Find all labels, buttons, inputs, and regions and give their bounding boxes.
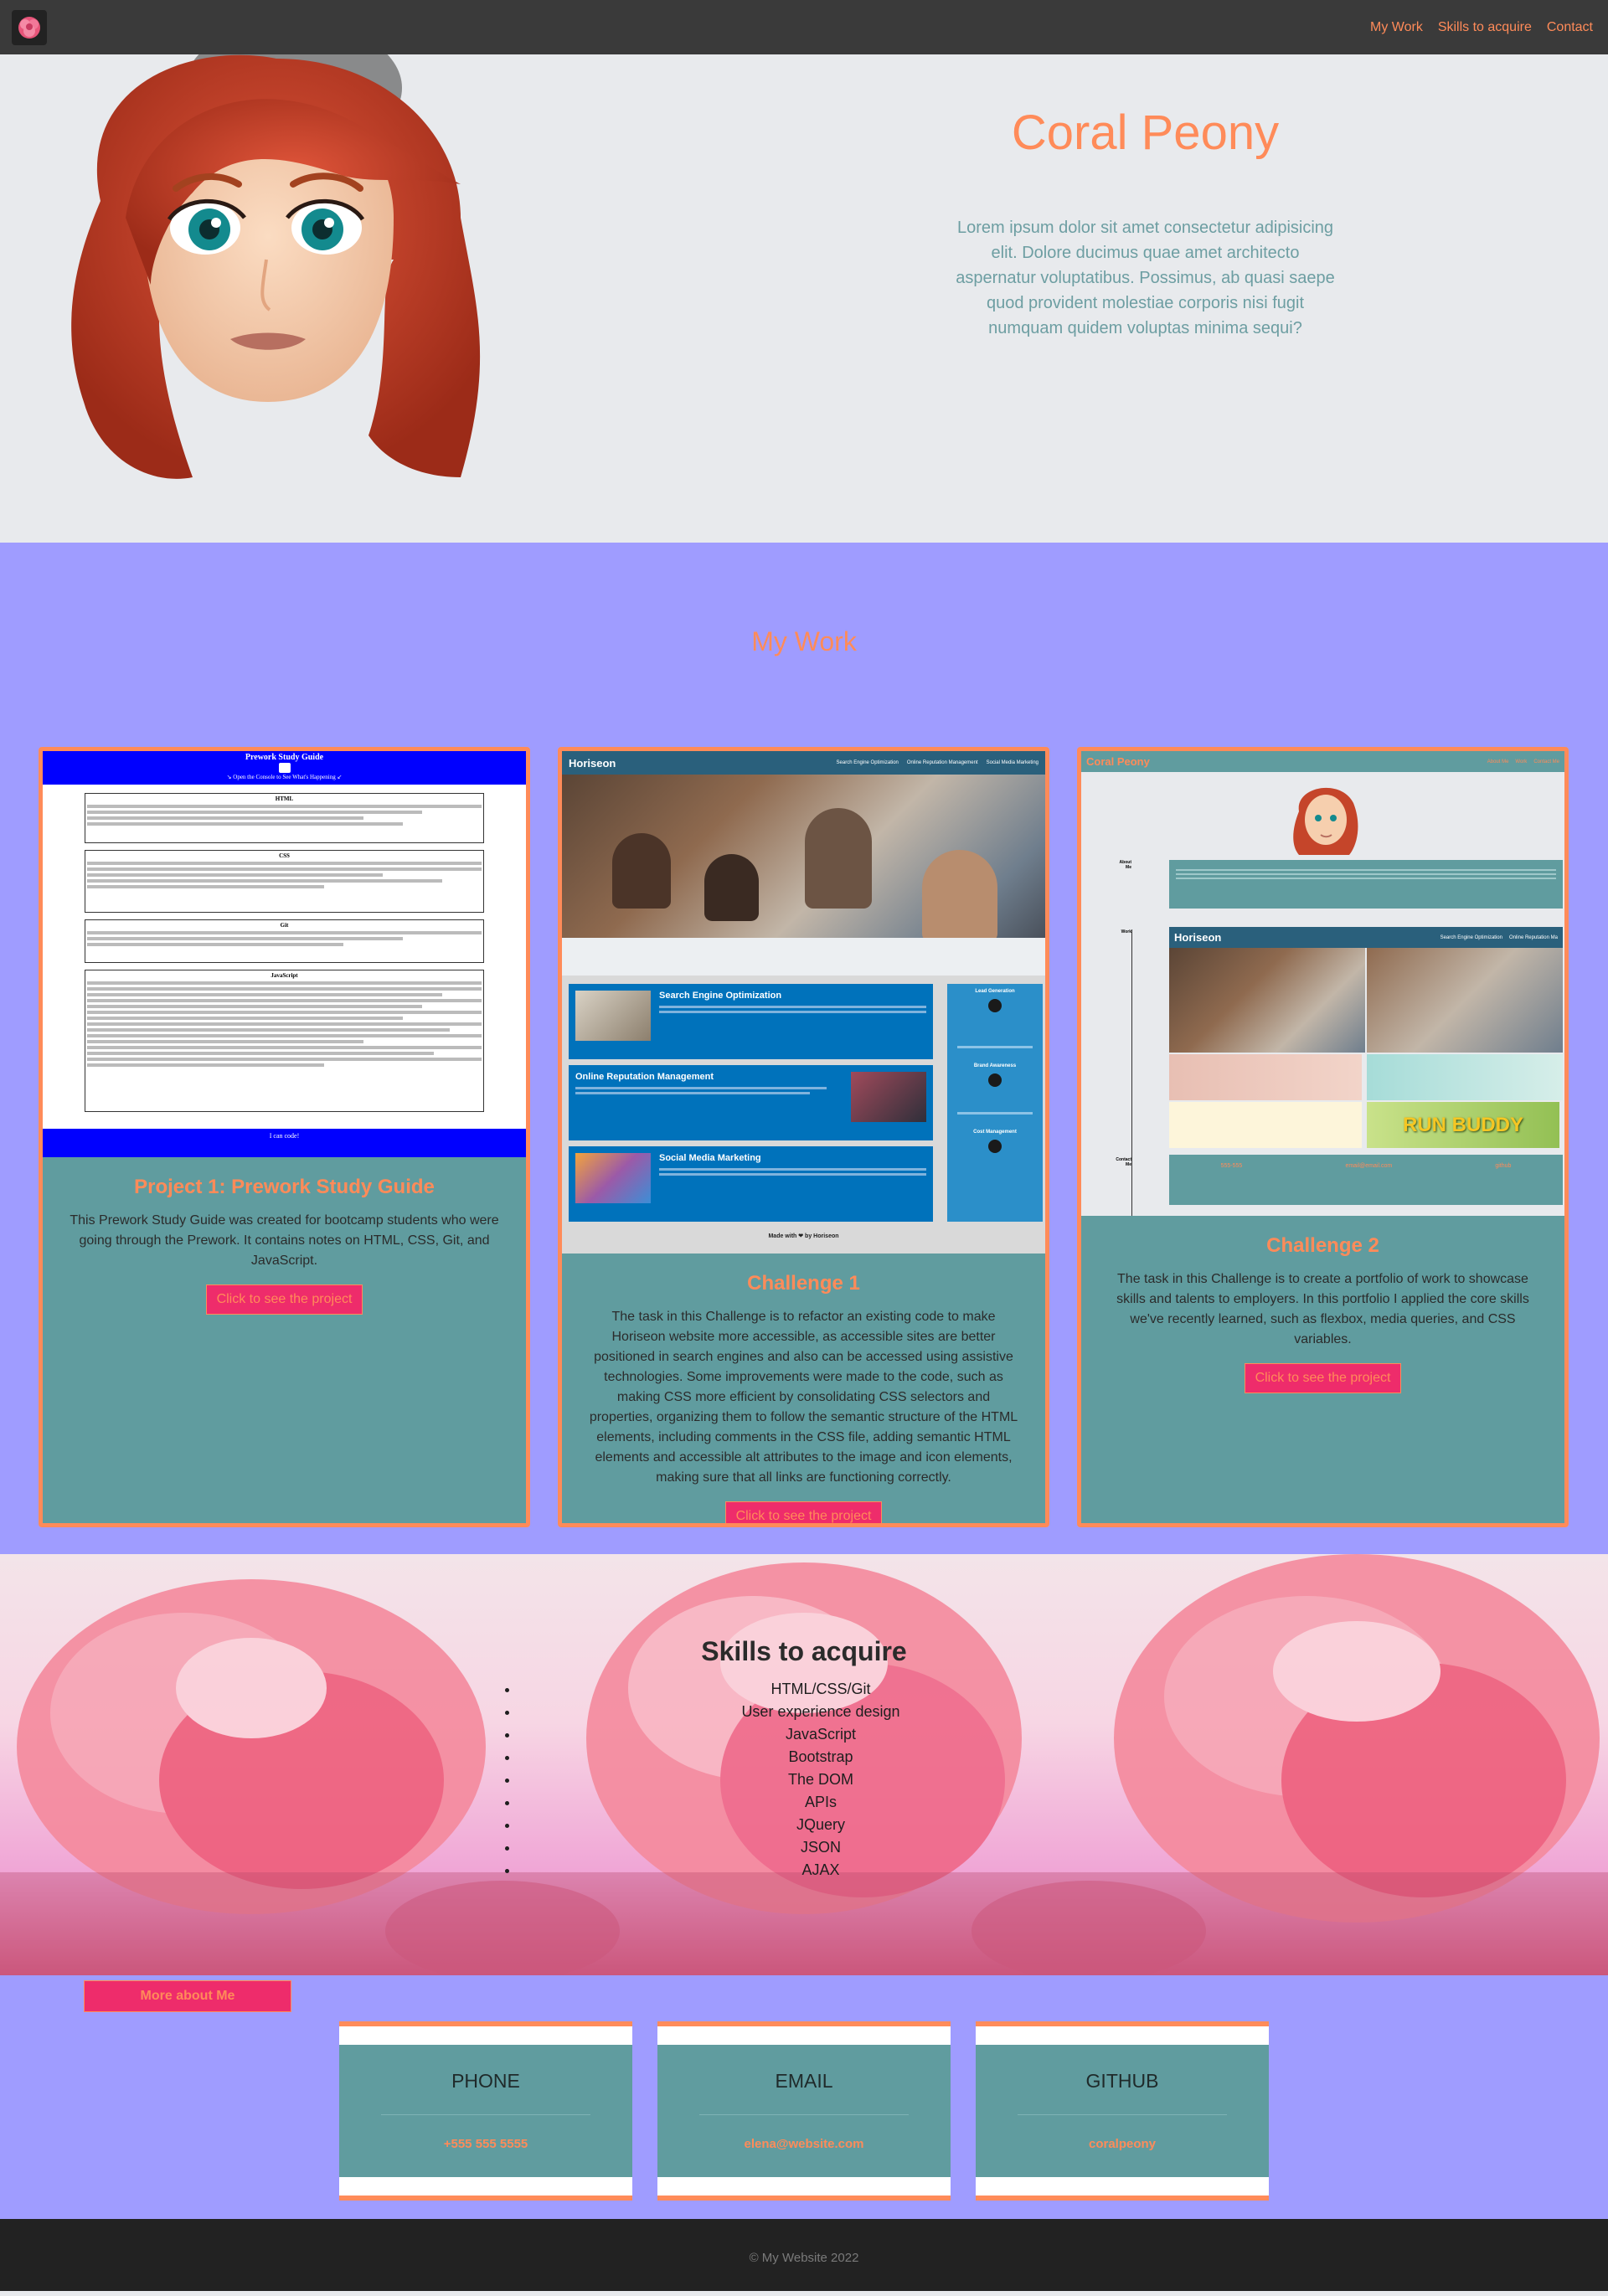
shot-side-title: Brand Awareness	[973, 1063, 1017, 1068]
shot-block-title: Social Media Marketing	[659, 1153, 761, 1163]
divider	[1018, 2114, 1227, 2115]
email-link[interactable]: elena@website.com	[657, 2137, 951, 2151]
skills-list: HTML/CSS/Git User experience design Java…	[519, 1678, 1122, 1882]
shot-nav-item: Work	[1515, 759, 1528, 764]
shot-footer: I can code!	[43, 1129, 526, 1157]
hero-text: Lorem ipsum dolor sit amet consectetur a…	[956, 219, 1335, 337]
top-nav: My Work Skills to acquire Contact	[0, 0, 1608, 54]
shot-brand: Coral Peony	[1086, 755, 1150, 768]
shot-nav-item: About Me	[1487, 759, 1509, 764]
shot-nav-item: Online Reputation Management	[906, 760, 978, 765]
project-1-title: Project 1: Prework Study Guide	[134, 1176, 435, 1198]
skill-item: JQuery	[519, 1814, 1122, 1836]
shot-inner-brand: Horiseon	[1174, 931, 1222, 944]
avatar-illustration	[25, 8, 494, 544]
challenge-1-button[interactable]: Click to see the project	[724, 1501, 883, 1523]
phone-link[interactable]: +555 555 5555	[339, 2137, 632, 2151]
shot-side-title: Lead Generation	[975, 989, 1015, 994]
mini-avatar	[1282, 778, 1366, 857]
shot-side-label: About Me	[1119, 860, 1131, 870]
my-work-title: My Work	[751, 626, 857, 656]
seo-image	[575, 991, 651, 1041]
shot-header: Prework Study Guide	[245, 753, 324, 762]
skill-item: JavaScript	[519, 1723, 1122, 1746]
peony-flower-icon[interactable]	[12, 9, 47, 45]
contact-label: PHONE	[451, 2070, 520, 2092]
project-1-screenshot: Prework Study Guide ↘ Open the Console t…	[43, 751, 526, 1157]
skill-item: JSON	[519, 1836, 1122, 1859]
project-1-description: This Prework Study Guide was created for…	[70, 1213, 499, 1268]
shot-contact-item: 555-555	[1220, 1163, 1243, 1169]
footer: © My Website 2022	[0, 2219, 1608, 2296]
shot-section-css: CSS	[279, 852, 290, 859]
nav-link-contact[interactable]: Contact	[1547, 20, 1593, 35]
work-tile-photo	[1169, 948, 1365, 1053]
contact-label: GITHUB	[1085, 2070, 1159, 2092]
image-icon	[278, 763, 291, 773]
shot-brand: Horiseon	[569, 756, 616, 770]
shot-section-js: JavaScript	[271, 972, 298, 979]
shot-footer: Made with ❤ by Horiseon	[768, 1233, 839, 1239]
project-card-1: Prework Study Guide ↘ Open the Console t…	[39, 747, 530, 1527]
social-media-image	[575, 1153, 651, 1203]
challenge-2-screenshot: Coral Peony About Me Work Contact Me Abo…	[1081, 751, 1564, 1216]
work-tile	[1169, 1054, 1362, 1100]
divider	[381, 2114, 590, 2115]
skills-section: Skills to acquire HTML/CSS/Git User expe…	[0, 1554, 1608, 1975]
hero-title: Coral Peony	[1011, 106, 1280, 160]
skill-item: HTML/CSS/Git	[519, 1678, 1122, 1701]
shot-contact-item: github	[1495, 1163, 1512, 1169]
skill-item: User experience design	[519, 1701, 1122, 1723]
shot-nav-item: Social Media Marketing	[986, 760, 1038, 765]
shot-side-label: Work	[1121, 929, 1131, 934]
project-2-screenshot: Horiseon Search Engine Optimization Onli…	[562, 751, 1045, 1254]
shot-block-title: Search Engine Optimization	[659, 991, 782, 1001]
skill-item: AJAX	[519, 1859, 1122, 1882]
skill-item: The DOM	[519, 1768, 1122, 1791]
lead-icon	[988, 999, 1002, 1012]
shot-nav-item: Search Engine Optimization	[836, 760, 899, 765]
work-tile	[1169, 1102, 1362, 1148]
challenge-1-description: The task in this Challenge is to refacto…	[589, 1310, 1018, 1485]
contact-card-email: EMAIL elena@website.com	[657, 2021, 951, 2201]
contact-label: EMAIL	[775, 2070, 833, 2092]
hero-section: Coral Peony Lorem ipsum dolor sit amet c…	[0, 21, 1608, 543]
divider	[699, 2114, 909, 2115]
project-card-2: Horiseon Search Engine Optimization Onli…	[558, 747, 1049, 1527]
shot-inner-nav: Search Engine Optimization	[1440, 934, 1502, 940]
contact-card-phone: PHONE +555 555 5555	[339, 2021, 632, 2201]
shot-side-title: Cost Management	[973, 1130, 1017, 1135]
challenge-2-button[interactable]: Click to see the project	[1244, 1363, 1402, 1393]
run-buddy-text: RUN BUDDY	[1403, 1113, 1523, 1136]
more-about-me-button[interactable]: More about Me	[84, 1980, 291, 2012]
footer-bottom-strip	[0, 2291, 1608, 2296]
shot-side-label: Contact Me	[1116, 1157, 1131, 1167]
shot-subheader: ↘ Open the Console to See What's Happeni…	[226, 774, 343, 780]
shot-section-html: HTML	[275, 795, 294, 802]
cost-icon	[988, 1140, 1002, 1153]
challenge-2-description: The task in this Challenge is to create …	[1116, 1272, 1529, 1346]
challenge-2-title: Challenge 2	[1266, 1234, 1379, 1257]
run-buddy-tile: RUN BUDDY	[1367, 1102, 1559, 1148]
shot-inner-nav: Online Reputation Ma	[1508, 934, 1558, 940]
project-card-3: Coral Peony About Me Work Contact Me Abo…	[1077, 747, 1569, 1527]
github-link[interactable]: coralpeony	[976, 2137, 1269, 2151]
brand-icon	[988, 1073, 1002, 1087]
challenge-1-title: Challenge 1	[747, 1272, 860, 1295]
work-tile	[1367, 1054, 1563, 1100]
skill-item: APIs	[519, 1791, 1122, 1814]
contact-card-github: GITHUB coralpeony	[976, 2021, 1269, 2201]
footer-copyright: © My Website 2022	[749, 2250, 859, 2265]
nav-link-skills[interactable]: Skills to acquire	[1438, 20, 1532, 35]
skills-title: Skills to acquire	[701, 1636, 907, 1666]
work-tile-photo	[1367, 948, 1563, 1053]
shot-contact-item: email@email.com	[1345, 1163, 1393, 1169]
shot-nav-item: Contact Me	[1533, 759, 1559, 764]
shot-section-git: Git	[280, 922, 289, 929]
team-meeting-photo	[562, 775, 1045, 976]
nav-link-my-work[interactable]: My Work	[1370, 20, 1423, 35]
skill-item: Bootstrap	[519, 1746, 1122, 1768]
reputation-image	[851, 1072, 926, 1122]
project-1-button[interactable]: Click to see the project	[205, 1284, 363, 1315]
